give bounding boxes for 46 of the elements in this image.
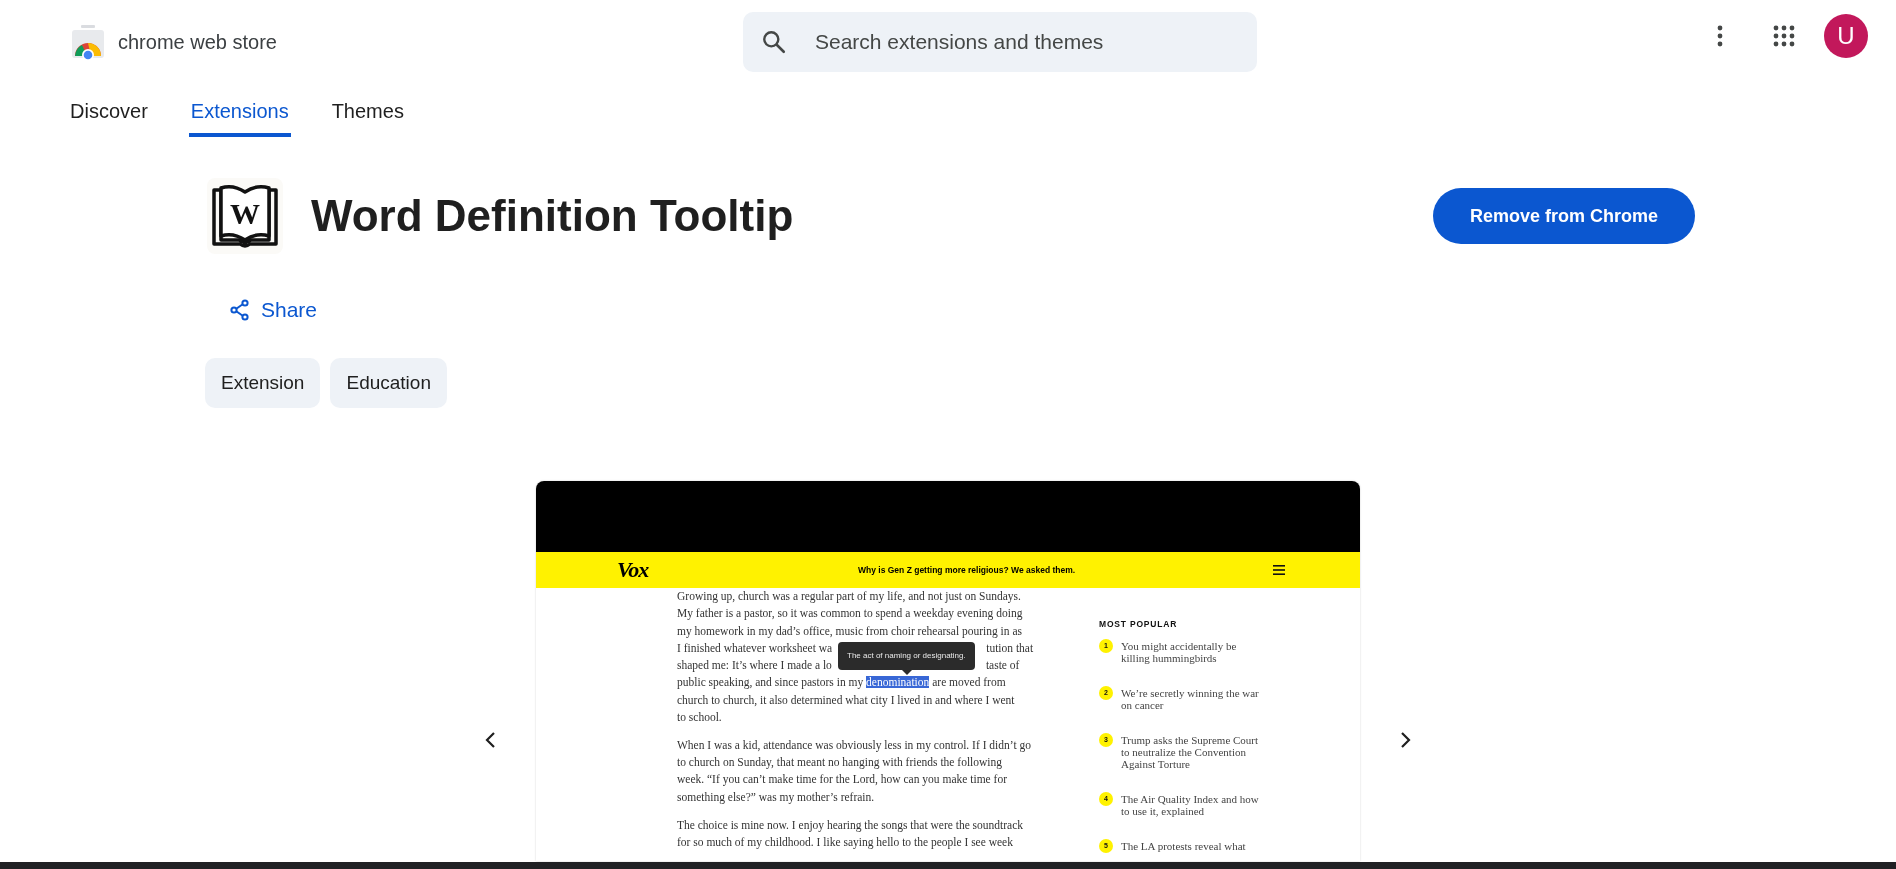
article-text-fragment: public speaking, and since pastors in my: [677, 676, 865, 689]
remove-button[interactable]: Remove from Chrome: [1432, 188, 1695, 244]
definition-tooltip: The act of naming or designating.: [838, 642, 975, 670]
extension-title: Word Definition Tooltip: [311, 191, 795, 241]
apps-grid-icon: [1773, 25, 1795, 47]
article-line: My father is a pastor, so it was common to spend a weekday evening doing: [677, 607, 1023, 620]
article-text-fragment: I finished whatever worksheet wa: [677, 640, 833, 656]
nav-tab[interactable]: Discover: [68, 90, 150, 137]
search-field[interactable]: Search extensions and themes: [743, 12, 1257, 72]
popular-story-link[interactable]: The Air Quality Index and how to use it, explained: [1121, 793, 1259, 817]
book-icon: W: [207, 178, 283, 254]
popular-story-link[interactable]: We’re secretly winning the war on cancer: [1121, 687, 1259, 711]
article-line: Growing up, church was a regular part of my life, and not just on Sundays.: [677, 590, 1021, 602]
popular-story-link[interactable]: Trump asks the Supreme Court to neutralize the Convention Against Torture: [1121, 734, 1259, 770]
article-headline[interactable]: Why is Gen Z getting more religious? We asked them.: [796, 565, 1076, 575]
article-text-fragment: are moved from: [931, 676, 1006, 689]
article-line: The choice is mine now. I enjoy hearing the songs that were the soundtrack: [677, 818, 1024, 831]
nav-tab[interactable]: Extensions: [188, 90, 291, 137]
popular-story-link[interactable]: You might accidentally be killing hummingbirds: [1121, 640, 1237, 664]
share-icon: [230, 299, 250, 321]
category-chip[interactable]: Education: [330, 358, 447, 408]
store-name: chrome web store: [118, 30, 277, 54]
article-line: church to church, it also determined what city I lived in and where I went: [677, 693, 1015, 706]
share-link[interactable]: Share: [224, 292, 324, 328]
article-line: for so much of my childhood. I like saying hello to the people I see week: [677, 835, 1013, 848]
article-text-fragment: taste of: [985, 658, 1020, 674]
highlighted-word: denomination: [866, 676, 930, 689]
more-menu-icon: [1717, 25, 1723, 47]
search-icon: [761, 29, 787, 55]
site-logo[interactable]: Vox: [536, 557, 796, 583]
article-line: my homework in my dad’s office, music from choir rehearsal pouring in as: [677, 624, 1023, 637]
menu-icon: [1273, 565, 1285, 575]
nav-tab[interactable]: Themes: [329, 90, 406, 137]
article-line: When I was a kid, attendance was obviously less in my control. If I didn’t go: [677, 738, 1031, 751]
article-line: week. “If you can’t make time for the Lord, how can you make time for: [677, 773, 1007, 786]
section-heading: MOST POPULAR: [1099, 619, 1179, 629]
article-line: to church on Sunday, that meant no hanging with friends the following: [677, 756, 1003, 769]
avatar[interactable]: U: [1824, 14, 1868, 58]
article-text-fragment: tution that: [986, 640, 1034, 656]
article-line: something else?” was my mother’s refrain.: [677, 790, 875, 803]
tooltip-pointer-icon: [902, 670, 912, 675]
store-logo-icon: [70, 24, 106, 60]
article-text-fragment: shaped me: It’s where I made a lo: [677, 658, 832, 674]
article-line: to school.: [677, 711, 722, 724]
category-chip[interactable]: Extension: [205, 358, 321, 408]
popular-story-link[interactable]: The LA protests reveal what: [1121, 840, 1246, 853]
